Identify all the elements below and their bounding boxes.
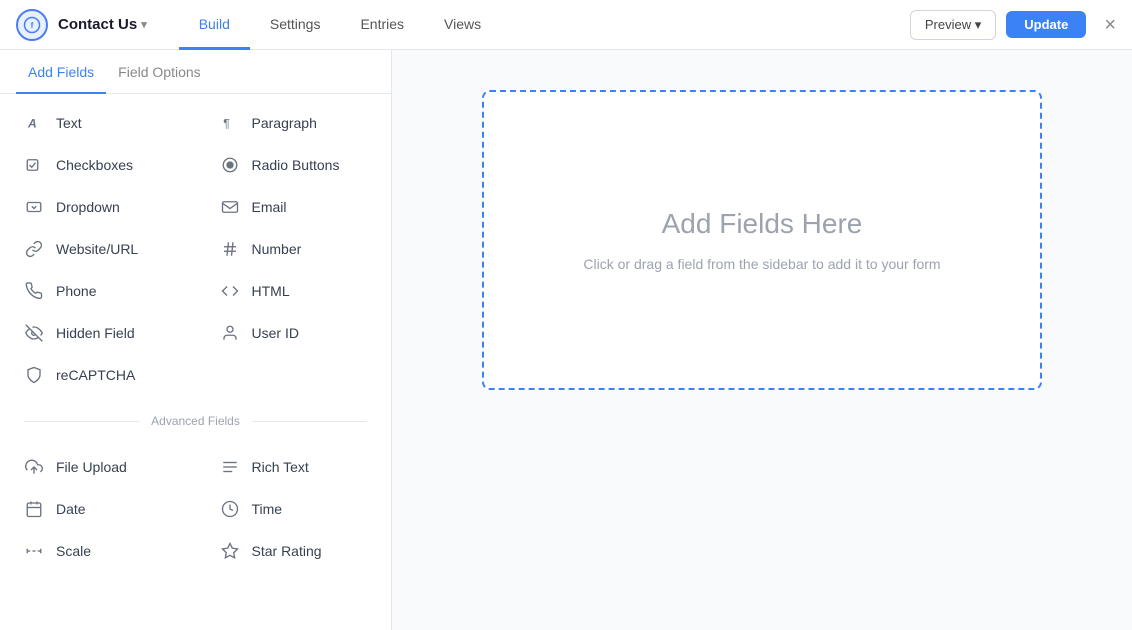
tab-settings[interactable]: Settings [250, 1, 341, 50]
richtext-icon [220, 457, 240, 477]
field-phone[interactable]: Phone [0, 270, 196, 312]
radio-icon [220, 155, 240, 175]
tab-entries[interactable]: Entries [340, 1, 424, 50]
tab-build[interactable]: Build [179, 1, 250, 50]
field-time[interactable]: Time [196, 488, 392, 530]
paragraph-icon: ¶ [220, 113, 240, 133]
nav-tabs: Build Settings Entries Views [179, 0, 910, 49]
sidebar: Add Fields Field Options A Text [0, 50, 392, 630]
field-rich-text[interactable]: Rich Text [196, 446, 392, 488]
hidden-icon [24, 323, 44, 343]
upload-icon [24, 457, 44, 477]
form-canvas: Add Fields Here Click or drag a field fr… [392, 50, 1132, 630]
app-logo: f [16, 9, 48, 41]
field-paragraph[interactable]: ¶ Paragraph [196, 102, 392, 144]
field-radio-buttons[interactable]: Radio Buttons [196, 144, 392, 186]
drop-zone[interactable]: Add Fields Here Click or drag a field fr… [482, 90, 1042, 390]
scale-icon [24, 541, 44, 561]
text-icon: A [24, 113, 44, 133]
link-icon [24, 239, 44, 259]
field-scale[interactable]: Scale [0, 530, 196, 572]
field-date[interactable]: Date [0, 488, 196, 530]
svg-text:A: A [27, 117, 37, 131]
standard-fields-section: A Text ¶ Paragraph [0, 94, 391, 404]
app-title[interactable]: Contact Us ▾ [58, 16, 147, 33]
sidebar-tabs: Add Fields Field Options [0, 50, 391, 94]
email-icon [220, 197, 240, 217]
number-icon [220, 239, 240, 259]
field-website-url[interactable]: Website/URL [0, 228, 196, 270]
nav-actions: Preview ▾ Update × [910, 10, 1116, 40]
tab-views[interactable]: Views [424, 1, 501, 50]
recaptcha-row: reCAPTCHA [0, 354, 391, 396]
advanced-fields-section: File Upload Rich Text [0, 438, 391, 580]
field-dropdown[interactable]: Dropdown [0, 186, 196, 228]
field-checkboxes[interactable]: Checkboxes [0, 144, 196, 186]
main-layout: Add Fields Field Options A Text [0, 50, 1132, 630]
advanced-fields-grid: File Upload Rich Text [0, 446, 391, 572]
user-icon [220, 323, 240, 343]
update-button[interactable]: Update [1006, 11, 1086, 38]
top-nav: f Contact Us ▾ Build Settings Entries Vi… [0, 0, 1132, 50]
title-text: Contact Us [58, 16, 137, 33]
sidebar-tab-add-fields[interactable]: Add Fields [16, 50, 106, 94]
field-hidden[interactable]: Hidden Field [0, 312, 196, 354]
drop-zone-title: Add Fields Here [662, 208, 863, 240]
html-icon [220, 281, 240, 301]
field-file-upload[interactable]: File Upload [0, 446, 196, 488]
close-button[interactable]: × [1104, 15, 1116, 35]
preview-button[interactable]: Preview ▾ [910, 10, 996, 40]
field-user-id[interactable]: User ID [196, 312, 392, 354]
field-star-rating[interactable]: Star Rating [196, 530, 392, 572]
advanced-fields-divider: Advanced Fields [0, 404, 391, 438]
star-icon [220, 541, 240, 561]
date-icon [24, 499, 44, 519]
sidebar-tab-field-options[interactable]: Field Options [106, 50, 212, 94]
field-recaptcha[interactable]: reCAPTCHA [0, 354, 196, 396]
field-text[interactable]: A Text [0, 102, 196, 144]
field-html[interactable]: HTML [196, 270, 392, 312]
standard-fields-grid: A Text ¶ Paragraph [0, 102, 391, 354]
drop-zone-subtitle: Click or drag a field from the sidebar t… [583, 256, 940, 272]
time-icon [220, 499, 240, 519]
dropdown-icon [24, 197, 44, 217]
phone-icon [24, 281, 44, 301]
svg-text:f: f [31, 21, 34, 30]
recaptcha-icon [24, 365, 44, 385]
checkboxes-icon [24, 155, 44, 175]
field-number[interactable]: Number [196, 228, 392, 270]
svg-text:¶: ¶ [223, 117, 229, 131]
title-chevron-icon: ▾ [141, 18, 147, 31]
field-email[interactable]: Email [196, 186, 392, 228]
